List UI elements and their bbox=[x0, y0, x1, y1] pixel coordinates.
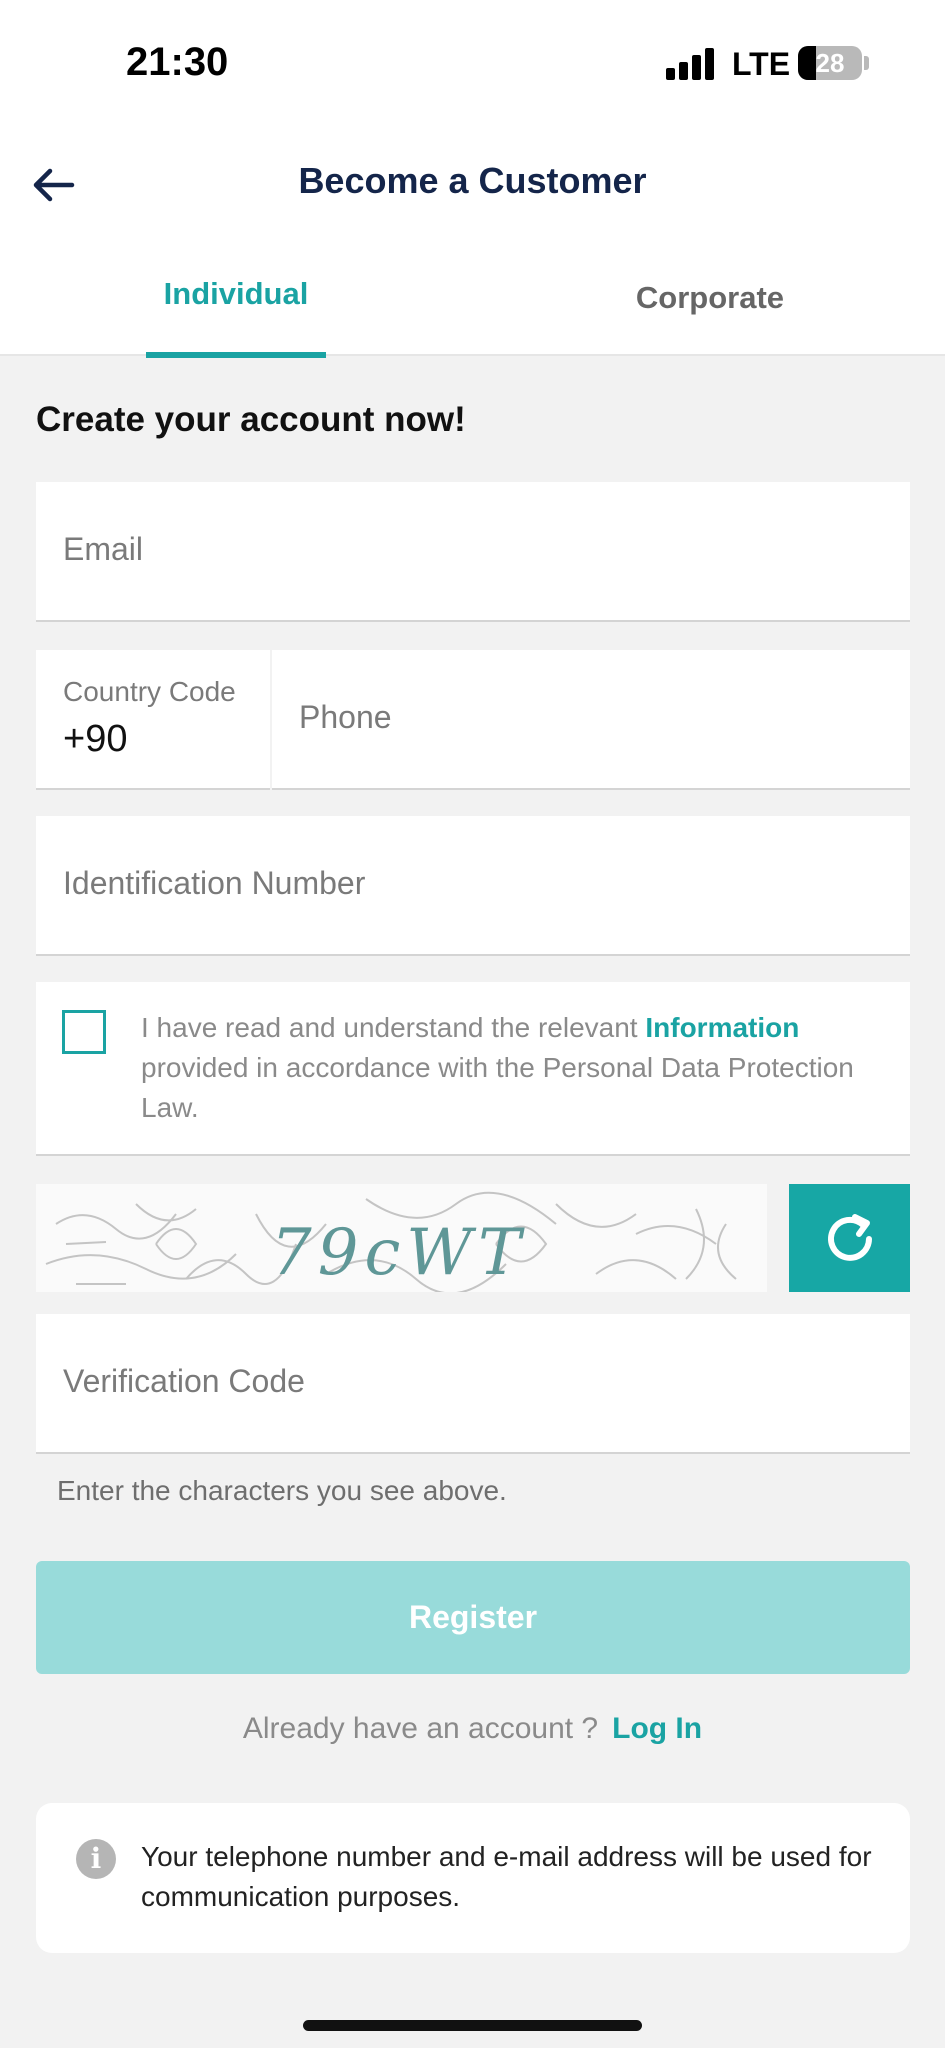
identification-number-field[interactable]: Identification Number bbox=[36, 816, 910, 956]
login-question: Already have an account ? bbox=[242, 1712, 599, 1745]
consent-checkbox[interactable] bbox=[62, 1010, 106, 1054]
network-type: LTE bbox=[732, 46, 791, 82]
tab-individual[interactable]: Individual bbox=[146, 240, 326, 358]
login-link[interactable]: Log In bbox=[612, 1712, 702, 1745]
consent-information-link[interactable]: Information bbox=[645, 1012, 799, 1043]
email-placeholder: Email bbox=[63, 531, 144, 567]
phone-row: Country Code +90 Phone bbox=[36, 650, 910, 790]
customer-type-tabs: Individual Corporate bbox=[0, 240, 945, 358]
info-icon: i bbox=[76, 1839, 116, 1879]
refresh-icon bbox=[828, 1214, 872, 1261]
info-card: i Your telephone number and e-mail addre… bbox=[36, 1803, 910, 1953]
verification-code-field[interactable]: Verification Code bbox=[36, 1314, 910, 1454]
verification-placeholder: Verification Code bbox=[63, 1363, 305, 1399]
page-title: Become a Customer bbox=[298, 160, 647, 201]
phone-field[interactable]: Phone bbox=[272, 650, 910, 790]
signal-icon bbox=[666, 48, 716, 80]
captcha-image: 79cWT bbox=[36, 1184, 767, 1292]
app-header: Become a Customer bbox=[0, 130, 945, 240]
tab-corporate-label: Corporate bbox=[635, 280, 785, 315]
email-field[interactable]: Email bbox=[36, 482, 910, 622]
consent-text-after: provided in accordance with the Personal… bbox=[141, 1052, 854, 1123]
identification-placeholder: Identification Number bbox=[63, 865, 366, 901]
home-indicator bbox=[303, 2020, 642, 2031]
consent-text-before: I have read and understand the relevant bbox=[141, 1012, 646, 1043]
refresh-captcha-button[interactable] bbox=[789, 1184, 910, 1292]
login-prompt: Already have an account ? Log In bbox=[0, 1712, 945, 1746]
battery-cap bbox=[864, 56, 869, 70]
consent-text: I have read and understand the relevant … bbox=[141, 1008, 871, 1128]
tab-individual-label: Individual bbox=[163, 276, 309, 311]
active-tab-indicator bbox=[146, 352, 326, 358]
verification-helper-text: Enter the characters you see above. bbox=[57, 1475, 507, 1506]
battery-icon: 28 bbox=[798, 46, 862, 80]
info-text: Your telephone number and e-mail address… bbox=[141, 1841, 872, 1912]
phone-placeholder: Phone bbox=[299, 699, 392, 735]
captcha-noise: 79cWT bbox=[45, 1191, 737, 1292]
tab-corporate[interactable]: Corporate bbox=[600, 240, 820, 356]
battery-level: 28 bbox=[815, 48, 845, 78]
register-button[interactable]: Register bbox=[36, 1561, 910, 1674]
status-bar: 21:30 LTE 28 bbox=[0, 0, 945, 130]
form-title: Create your account now! bbox=[36, 400, 466, 439]
country-code-selector[interactable]: Country Code +90 bbox=[36, 650, 270, 790]
consent-box: I have read and understand the relevant … bbox=[36, 982, 910, 1156]
country-code-label: Country Code bbox=[63, 676, 236, 707]
status-time: 21:30 bbox=[126, 40, 229, 84]
country-code-value: +90 bbox=[63, 718, 128, 760]
captcha-text: 79cWT bbox=[271, 1216, 527, 1290]
